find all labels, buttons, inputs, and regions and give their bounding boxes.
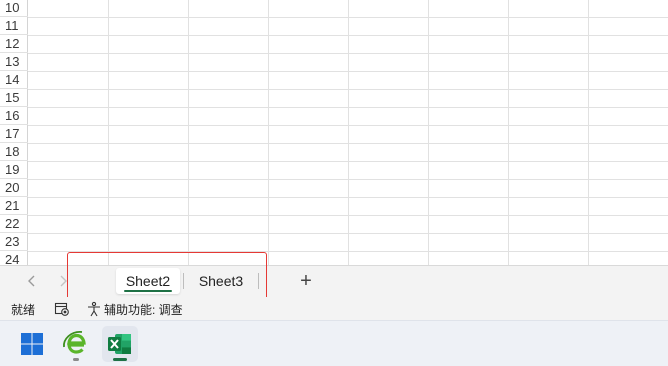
accessibility-icon[interactable] [86, 301, 102, 317]
row-header-17[interactable]: 17 [0, 125, 28, 143]
gridline [588, 0, 589, 265]
gridline [508, 0, 509, 265]
tab-divider [183, 273, 184, 289]
sheet-tab-sheet3[interactable]: Sheet3 [188, 268, 254, 294]
row-header-19[interactable]: 19 [0, 161, 28, 179]
browser-taskbar-button[interactable] [58, 326, 94, 362]
row-header-22[interactable]: 22 [0, 215, 28, 233]
sheet-tab-bar: Sheet2 Sheet3 + [0, 265, 668, 297]
gridline [188, 0, 189, 265]
gridline [108, 0, 109, 265]
windows-start-icon [21, 333, 43, 355]
sheet-tab-sheet2[interactable]: Sheet2 [116, 268, 180, 294]
active-app-indicator [113, 358, 127, 361]
sheet-tab-label: Sheet3 [198, 273, 244, 289]
row-header-13[interactable]: 13 [0, 53, 28, 71]
row-header-14[interactable]: 14 [0, 71, 28, 89]
running-indicator [73, 358, 79, 361]
add-sheet-button[interactable]: + [294, 269, 318, 293]
row-header-15[interactable]: 15 [0, 89, 28, 107]
taskbar [0, 320, 668, 366]
tab-divider [258, 273, 259, 289]
macro-record-icon[interactable] [54, 301, 70, 317]
windows-start-button[interactable] [14, 326, 50, 362]
accessibility-status[interactable]: 辅助功能: 调查 [104, 301, 183, 318]
excel-taskbar-button[interactable] [102, 326, 138, 362]
row-header-10[interactable]: 10 [0, 0, 28, 17]
row-header-20[interactable]: 20 [0, 179, 28, 197]
chevron-left-icon [28, 275, 35, 287]
row-header-21[interactable]: 21 [0, 197, 28, 215]
next-sheet-button[interactable] [53, 271, 73, 291]
row-header-24[interactable]: 24 [0, 251, 28, 265]
status-ready: 就绪 [11, 303, 36, 317]
row-header-11[interactable]: 11 [0, 17, 28, 35]
row-header-16[interactable]: 16 [0, 107, 28, 125]
active-tab-indicator [124, 290, 172, 292]
prev-sheet-button[interactable] [22, 271, 42, 291]
gridline [348, 0, 349, 265]
worksheet-grid[interactable]: 10 11 12 13 14 15 16 17 18 19 20 21 22 2… [0, 0, 668, 265]
sheet-tab-label: Sheet2 [125, 273, 171, 289]
status-bar: 就绪 辅助功能: 调查 [0, 297, 668, 320]
row-header-12[interactable]: 12 [0, 35, 28, 53]
excel-icon [108, 334, 131, 354]
row-header-23[interactable]: 23 [0, 233, 28, 251]
row-headers: 10 11 12 13 14 15 16 17 18 19 20 21 22 2… [0, 0, 28, 265]
chevron-right-icon [60, 275, 67, 287]
browser-e-icon [63, 331, 86, 354]
row-header-18[interactable]: 18 [0, 143, 28, 161]
gridline [268, 0, 269, 265]
gridline [428, 0, 429, 265]
